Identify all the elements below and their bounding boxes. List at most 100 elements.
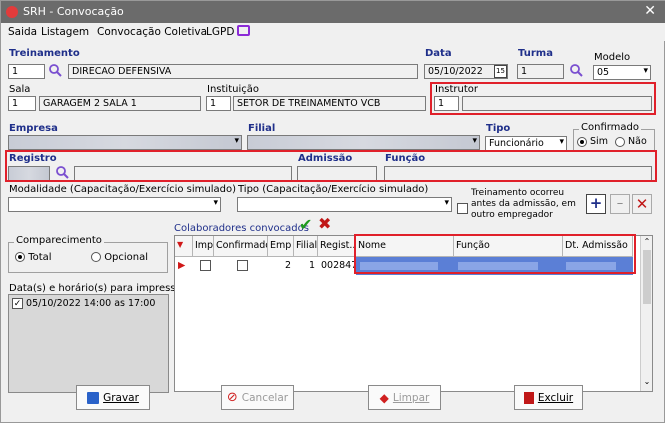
- header-confirmado[interactable]: Confirmado: [214, 236, 268, 257]
- search-icon[interactable]: [49, 64, 62, 77]
- sala-name-field: GARAGEM 2 SALA 1: [39, 96, 201, 111]
- header-nome[interactable]: Nome: [356, 236, 454, 257]
- sala-code-field[interactable]: 1: [8, 96, 36, 111]
- modelo-select[interactable]: 05: [593, 65, 651, 80]
- radio-icon: [91, 252, 101, 262]
- menu-convocacao-coletiva[interactable]: Convocação Coletiva: [97, 26, 207, 38]
- header-emp[interactable]: Emp: [268, 236, 294, 257]
- close-icon[interactable]: ✕: [644, 3, 656, 19]
- header-dt-admissao[interactable]: Dt. Admissão: [563, 236, 633, 257]
- remove-icon[interactable]: ✕: [632, 194, 652, 214]
- sala-label: Sala: [9, 84, 31, 95]
- radio-icon: [577, 136, 587, 147]
- excluir-label: Excluir: [537, 391, 574, 404]
- comparecimento-total[interactable]: Total: [15, 252, 52, 263]
- minus-icon[interactable]: –: [610, 194, 630, 214]
- menu-saida[interactable]: Saida: [8, 26, 37, 38]
- tipo-select[interactable]: Funcionário: [485, 136, 567, 151]
- nao-label: Não: [628, 136, 647, 147]
- header-imp[interactable]: Imp.: [193, 236, 214, 257]
- total-label: Total: [28, 252, 52, 263]
- row-pointer-icon: ▶: [178, 260, 186, 271]
- treinamento-label: Treinamento: [9, 48, 80, 59]
- calendar-icon[interactable]: 15: [494, 65, 507, 78]
- eraser-icon: ◆: [379, 390, 389, 405]
- tipo-capacitacao-label: Tipo (Capacitação/Exercício simulado): [238, 184, 429, 195]
- gravar-button[interactable]: Gravar: [76, 385, 150, 410]
- instrutor-label: Instrutor: [435, 84, 479, 95]
- confirmado-nao[interactable]: Não: [615, 136, 647, 147]
- scroll-down-icon[interactable]: ⌄: [642, 377, 652, 389]
- grid-scrollbar[interactable]: ⌃ ⌄: [640, 236, 652, 391]
- datas-item[interactable]: ✓ 05/10/2022 14:00 as 17:00: [12, 298, 155, 309]
- checkbox-icon: [200, 260, 211, 271]
- check-icon: ✓: [12, 298, 23, 309]
- nome-blur: [360, 262, 438, 270]
- modalidade-select[interactable]: [8, 197, 221, 212]
- funcao-label: Função: [385, 153, 426, 164]
- add-icon[interactable]: +: [586, 194, 606, 214]
- date-value: 05/10/2022: [428, 66, 483, 77]
- sort-indicator-icon: ▼: [175, 236, 193, 257]
- excluir-button[interactable]: Excluir: [514, 385, 583, 410]
- treinamento-code-field[interactable]: 1: [8, 64, 45, 79]
- comparecimento-opcional[interactable]: Opcional: [91, 252, 148, 263]
- confirm-check-icon[interactable]: ✔: [299, 215, 312, 234]
- window-title: SRH - Convocação: [23, 5, 124, 18]
- header-registro[interactable]: Regist...: [318, 236, 356, 257]
- datas-list[interactable]: ✓ 05/10/2022 14:00 as 17:00: [8, 294, 169, 393]
- menu-bar: Saida Listagem Convocação Coletiva LGPD: [1, 23, 665, 41]
- confirmado-label: Confirmado: [579, 122, 642, 133]
- limpar-button[interactable]: ◆ Limpar: [368, 385, 441, 410]
- search-icon[interactable]: [56, 166, 69, 179]
- tipo-label: Tipo: [486, 123, 511, 134]
- cancel-x-icon[interactable]: ✖: [318, 214, 331, 233]
- data-label: Data: [425, 48, 452, 59]
- menu-listagem[interactable]: Listagem: [41, 26, 89, 38]
- colaborador-name-field: [74, 166, 292, 181]
- save-icon: [87, 391, 100, 404]
- row-registro: 002847: [321, 260, 356, 271]
- treinamento-antes-checkbox[interactable]: [457, 203, 468, 214]
- scroll-up-icon[interactable]: ⌃: [642, 237, 652, 249]
- instituicao-code-field[interactable]: 1: [206, 96, 231, 111]
- filial-select[interactable]: [247, 135, 480, 150]
- instrutor-code-field[interactable]: 1: [434, 96, 459, 111]
- radio-icon: [615, 136, 625, 147]
- opcional-label: Opcional: [104, 252, 149, 263]
- app-icon: [6, 6, 18, 18]
- registro-field[interactable]: [8, 166, 50, 181]
- monitor-icon[interactable]: [237, 25, 250, 36]
- menu-lgpd[interactable]: LGPD: [206, 26, 234, 38]
- main-window: SRH - Convocação ✕ Saida Listagem Convoc…: [0, 0, 665, 423]
- search-icon[interactable]: [570, 64, 583, 77]
- treinamento-antes-label: Treinamento ocorreu antes da admissão, e…: [471, 188, 576, 220]
- row-selected-cells[interactable]: [356, 257, 633, 275]
- cancelar-label: Cancelar: [241, 391, 289, 404]
- colaboradores-label: Colaboradores convocados: [174, 223, 309, 234]
- datas-item-label: 05/10/2022 14:00 as 17:00: [26, 298, 156, 309]
- turma-field[interactable]: 1: [517, 64, 564, 79]
- comparecimento-label: Comparecimento: [14, 235, 104, 246]
- limpar-label: Limpar: [392, 391, 430, 404]
- header-filial[interactable]: Filial: [294, 236, 318, 257]
- tipo-capacitacao-select[interactable]: [237, 197, 452, 212]
- colaboradores-grid: ▼ Imp. Confirmado Emp Filial Regist... N…: [174, 235, 653, 392]
- row-confirmado[interactable]: [234, 258, 249, 274]
- datas-label: Data(s) e horário(s) para impressão: [9, 283, 188, 294]
- filial-label: Filial: [248, 123, 276, 134]
- scroll-thumb[interactable]: [643, 250, 651, 304]
- instituicao-name-field: SETOR DE TREINAMENTO VCB: [233, 96, 426, 111]
- cancelar-button[interactable]: ⊘ Cancelar: [221, 385, 294, 410]
- sim-label: Sim: [590, 136, 608, 147]
- radio-icon: [15, 252, 25, 262]
- confirmado-sim[interactable]: Sim: [577, 136, 608, 147]
- header-funcao[interactable]: Função: [454, 236, 563, 257]
- admissao-blur: [566, 262, 616, 270]
- gravar-label: Gravar: [103, 391, 139, 404]
- row-imp[interactable]: [197, 258, 212, 274]
- admissao-field: [297, 166, 377, 181]
- empresa-select[interactable]: [8, 135, 242, 150]
- admissao-label: Admissão: [298, 153, 353, 164]
- row-filial: 1: [308, 260, 315, 271]
